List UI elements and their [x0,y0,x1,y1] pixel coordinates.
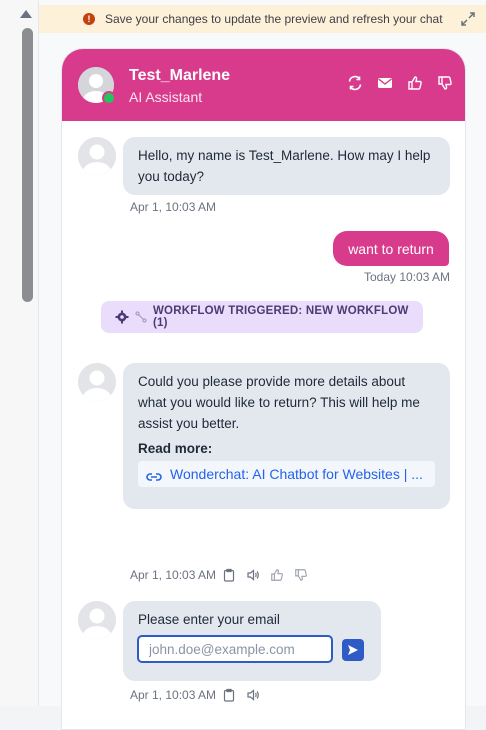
scrollbar-thumb[interactable] [22,28,33,302]
bot-message-text: Could you please provide more details ab… [138,374,420,431]
bot-role: AI Assistant [129,89,203,105]
refresh-icon[interactable] [347,75,363,91]
user-message-timestamp: Today 10:03 AM [364,270,451,284]
read-more-link[interactable]: Wonderchat: AI Chatbot for Websites | ..… [138,461,435,487]
bot-message-avatar [78,137,116,175]
bot-name: Test_Marlene [129,67,231,84]
link-icon [146,468,162,481]
link-text[interactable]: Wonderchat: AI Chatbot for Websites | ..… [170,464,423,485]
bot-message-avatar [78,601,116,639]
message-timestamp: Apr 1, 10:03 AM [130,568,217,582]
speaker-icon[interactable] [246,688,260,702]
send-button[interactable] [342,639,364,661]
gear-icon [115,310,129,324]
thumbs-up-icon[interactable] [407,75,423,91]
expand-icon[interactable] [460,11,476,27]
bot-message-avatar [78,363,116,401]
bot-message-text: Hello, my name is Test_Marlene. How may … [138,148,431,184]
banner-text: Save your changes to update the preview … [105,12,443,26]
workflow-icon [135,311,147,323]
message-list[interactable]: Hello, my name is Test_Marlene. How may … [62,121,465,729]
chat-header: Test_Marlene AI Assistant [62,49,465,121]
chat-widget: Test_Marlene AI Assistant Hello, my name… [61,48,466,730]
email-icon[interactable] [377,75,393,91]
thumbs-down-icon[interactable] [437,75,453,91]
email-field[interactable] [137,635,333,663]
workflow-triggered-badge: WORKFLOW TRIGGERED: NEW WORKFLOW (1) [101,301,423,333]
send-icon [348,645,358,655]
warning-icon: ! [83,13,95,25]
thumbs-up-icon[interactable] [270,568,284,582]
user-message-bubble: want to return [333,231,449,266]
email-form-bubble: Please enter your email [123,601,381,681]
email-prompt-text: Please enter your email [138,612,280,627]
preview-banner: ! Save your changes to update the previe… [39,5,486,33]
user-message-text: want to return [348,240,434,257]
speaker-icon[interactable] [246,568,260,582]
bot-message-bubble: Hello, my name is Test_Marlene. How may … [123,137,450,195]
message-timestamp: Apr 1, 10:03 AM [130,200,217,214]
online-status-dot [102,91,116,105]
copy-icon[interactable] [222,688,236,702]
scroll-up-arrow-icon[interactable] [20,10,32,18]
scroll-rail[interactable] [0,0,39,706]
message-timestamp: Apr 1, 10:03 AM [130,688,217,702]
bot-avatar [78,67,116,105]
thumbs-down-icon[interactable] [294,568,308,582]
read-more-label: Read more: [138,441,213,456]
workflow-text: WORKFLOW TRIGGERED: NEW WORKFLOW (1) [153,305,409,329]
bot-message-bubble: Could you please provide more details ab… [123,363,450,509]
copy-icon[interactable] [222,568,236,582]
preview-area: ! Save your changes to update the previe… [39,0,486,730]
